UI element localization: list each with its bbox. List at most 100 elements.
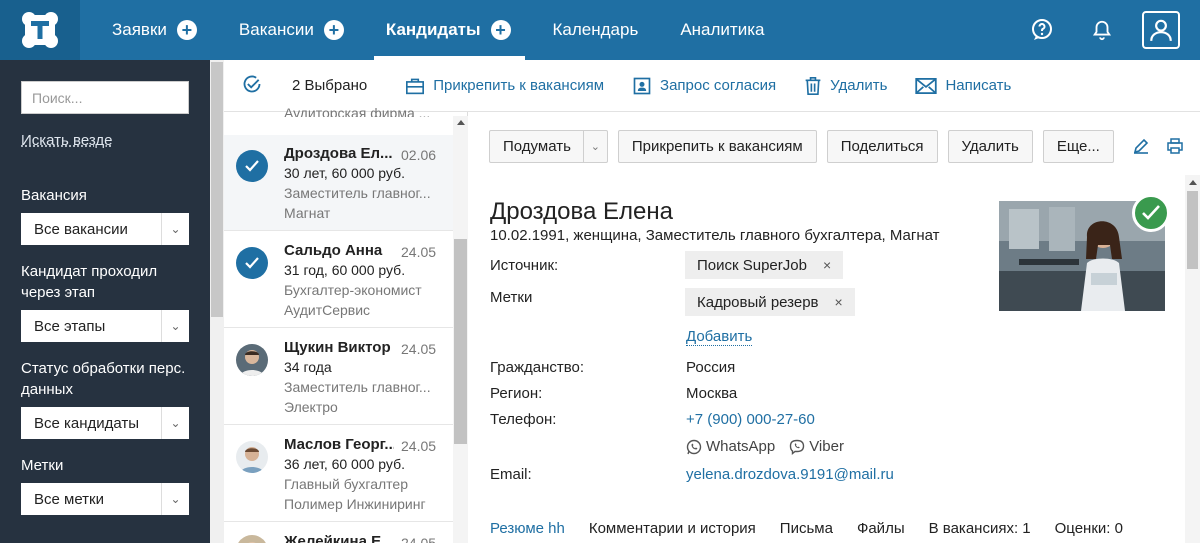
select-value: Все вакансии: [34, 220, 128, 238]
select-all-check-icon[interactable]: [242, 74, 262, 98]
consent-request-button[interactable]: Запрос согласия: [632, 76, 776, 96]
selected-count: 2 Выбрано: [292, 77, 368, 94]
chevron-down-icon: ⌄: [161, 407, 189, 439]
trash-icon: [805, 76, 821, 95]
search-everywhere-link[interactable]: Искать везде: [21, 132, 113, 149]
scroll-thumb[interactable]: [1187, 191, 1198, 269]
region-value: Москва: [686, 385, 738, 402]
write-message-button[interactable]: Написать: [915, 77, 1011, 94]
bell-icon[interactable]: [1072, 0, 1132, 60]
nav-label: Аналитика: [680, 20, 765, 39]
list-item[interactable]: Желейкина Е... 24.05: [224, 523, 453, 543]
check-icon[interactable]: [236, 150, 268, 182]
chevron-down-icon: ⌄: [161, 483, 189, 515]
nav-label: Календарь: [552, 20, 639, 39]
candidate-company: Полимер Инжиниринг: [284, 496, 426, 512]
tab-comments[interactable]: Комментарии и история: [589, 520, 756, 537]
nav-label: Заявки: [112, 20, 167, 39]
avatar[interactable]: [236, 535, 268, 543]
tab-files[interactable]: Файлы: [857, 520, 905, 537]
avatar[interactable]: [236, 344, 268, 376]
candidate-company: Магнат: [284, 205, 331, 221]
search-input[interactable]: Поиск...: [21, 81, 189, 114]
viber-icon[interactable]: [789, 439, 805, 455]
attach-vacancies-button[interactable]: Прикрепить к вакансиям: [617, 130, 817, 163]
candidate-company: АудитСервис: [284, 302, 371, 318]
add-tag-link[interactable]: Добавить: [686, 328, 753, 346]
sidebar-scrollbar[interactable]: [210, 60, 224, 543]
delete-button[interactable]: Удалить: [947, 130, 1033, 163]
tab-vacancies[interactable]: В вакансиях: 1: [929, 520, 1031, 537]
tab-ratings[interactable]: Оценки: 0: [1055, 520, 1123, 537]
close-icon[interactable]: ×: [835, 294, 843, 310]
filter-tags-label: Метки: [21, 457, 64, 474]
help-icon[interactable]: [1012, 0, 1072, 60]
plus-icon[interactable]: +: [490, 20, 511, 40]
mail-icon: [915, 77, 938, 94]
attach-to-vacancies-button[interactable]: Прикрепить к вакансиям: [405, 77, 604, 95]
avatar[interactable]: [236, 441, 268, 473]
whatsapp-link[interactable]: WhatsApp: [706, 438, 775, 455]
briefcase-icon: [406, 78, 425, 94]
list-item[interactable]: Щукин Виктор 24.05 34 года Заместитель г…: [224, 329, 453, 425]
button-label: Подумать: [503, 138, 571, 155]
think-button[interactable]: Подумать ⌄: [489, 130, 608, 163]
nav-analytics[interactable]: Аналитика: [680, 0, 764, 60]
email-link[interactable]: yelena.drozdova.9191@mail.ru: [686, 466, 894, 483]
filter-vacancy-label: Вакансия: [21, 187, 87, 204]
scroll-thumb[interactable]: [454, 239, 467, 444]
detail-icons: [1133, 138, 1200, 158]
list-item[interactable]: Маслов Георг... 24.05 36 лет, 60 000 руб…: [224, 426, 453, 522]
top-bar: Заявки + Вакансии + Кандидаты + Календар…: [0, 0, 1200, 60]
candidate-position: Заместитель главног...: [284, 379, 431, 395]
share-button[interactable]: Поделиться: [826, 130, 938, 163]
chevron-down-icon[interactable]: ⌄: [582, 131, 607, 162]
id-card-icon: [633, 77, 651, 94]
phone-label: Телефон:: [490, 411, 557, 428]
more-button[interactable]: Еще...: [1042, 130, 1114, 163]
user-icon: [1150, 19, 1172, 41]
scroll-up-icon[interactable]: [457, 120, 465, 125]
user-avatar-button[interactable]: [1142, 11, 1180, 49]
filter-stage-label: Кандидат проходил через этап: [21, 263, 158, 301]
detail-scrollbar[interactable]: [1185, 175, 1200, 543]
messengers: WhatsApp Viber: [686, 438, 844, 455]
plus-icon[interactable]: +: [323, 20, 344, 40]
check-icon[interactable]: [236, 247, 268, 279]
tab-letters[interactable]: Письма: [780, 520, 833, 537]
list-item-cut: Аудиторская фирма ...: [284, 105, 431, 117]
nav-label: Кандидаты: [385, 20, 481, 39]
main-nav: Заявки + Вакансии + Кандидаты + Календар…: [112, 0, 806, 60]
edit-icon[interactable]: [1133, 138, 1149, 158]
print-icon[interactable]: [1167, 138, 1183, 158]
nav-candidates[interactable]: Кандидаты +: [373, 0, 525, 60]
viber-link[interactable]: Viber: [809, 438, 844, 455]
app-logo[interactable]: [0, 0, 80, 60]
scroll-thumb[interactable]: [211, 62, 223, 317]
filter-tags-select[interactable]: Все метки ⌄: [21, 483, 189, 515]
list-scrollbar[interactable]: [453, 116, 468, 543]
scroll-up-icon[interactable]: [1189, 180, 1197, 185]
candidate-position: Заместитель главног...: [284, 185, 431, 201]
nav-vacancies[interactable]: Вакансии +: [239, 0, 344, 60]
bulk-delete-button[interactable]: Удалить: [804, 76, 887, 96]
tag-chip: Кадровый резерв ×: [685, 288, 855, 316]
citizenship-value: Россия: [686, 359, 736, 376]
nav-requests[interactable]: Заявки +: [112, 0, 197, 60]
tag-label: Поиск SuperJob: [697, 256, 807, 274]
select-value: Все этапы: [34, 317, 106, 335]
filter-pd-status-select[interactable]: Все кандидаты ⌄: [21, 407, 189, 439]
list-item[interactable]: Дроздова Ел... 02.06 30 лет, 60 000 руб.…: [224, 135, 453, 231]
candidate-summary: 10.02.1991, женщина, Заместитель главног…: [490, 227, 940, 244]
filter-stage-select[interactable]: Все этапы ⌄: [21, 310, 189, 342]
whatsapp-icon[interactable]: [686, 439, 702, 455]
plus-icon[interactable]: +: [176, 20, 197, 40]
close-icon[interactable]: ×: [823, 257, 831, 273]
filter-vacancy-select[interactable]: Все вакансии ⌄: [21, 213, 189, 245]
candidate-date: 24.05: [401, 535, 437, 543]
candidate-date: 24.05: [401, 244, 437, 260]
phone-link[interactable]: +7 (900) 000-27-60: [686, 411, 815, 428]
tab-resume[interactable]: Резюме hh: [490, 520, 565, 537]
list-item[interactable]: Сальдо Анна 24.05 31 год, 60 000 руб. Бу…: [224, 232, 453, 328]
nav-calendar[interactable]: Календарь: [553, 0, 639, 60]
